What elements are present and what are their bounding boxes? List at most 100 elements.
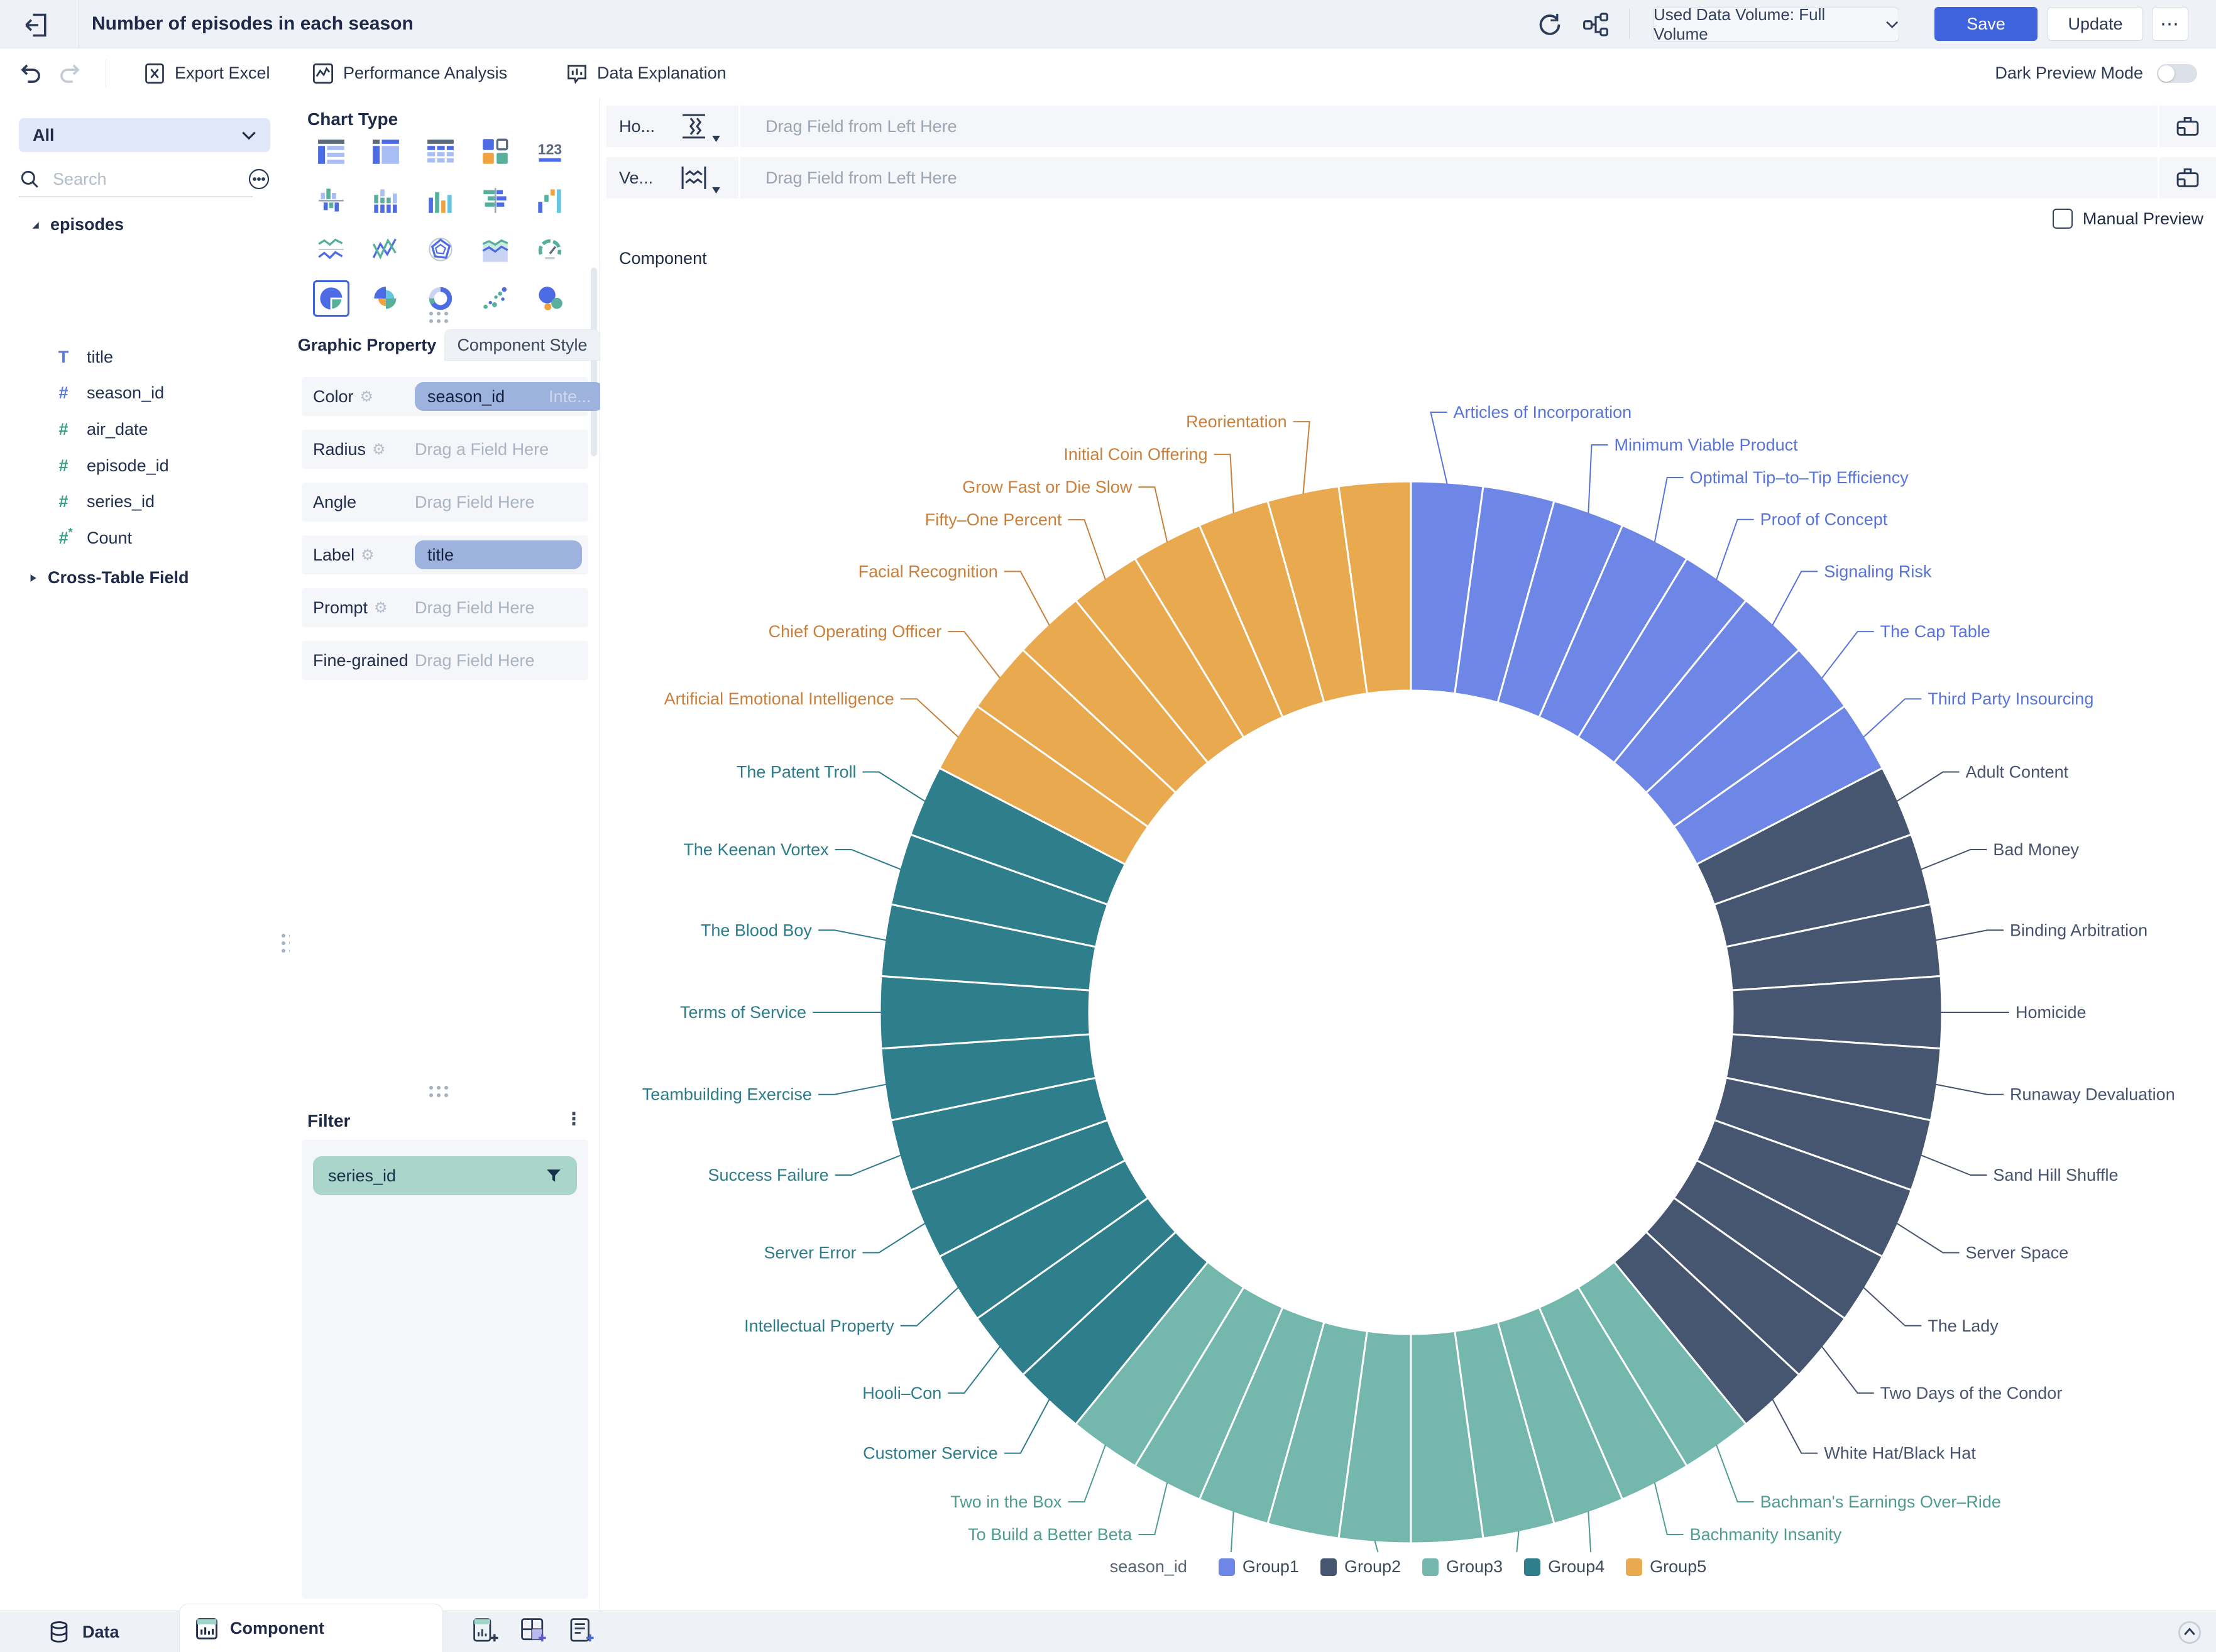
legend-item-group2[interactable]: Group2 [1320,1557,1401,1577]
redo-button[interactable] [58,48,82,98]
legend-item-group4[interactable]: Group4 [1524,1557,1604,1577]
chart-type-radar-icon[interactable] [422,231,459,268]
search-options-icon[interactable] [248,168,270,190]
chart-type-bar-multi-icon[interactable] [422,182,459,219]
tree-node-cross-table[interactable]: Cross-Table Field [28,568,189,588]
pill-label: season_id [427,387,505,407]
tab-component-style[interactable]: Component Style [444,329,600,361]
slice-label: Chief Operating Officer [769,622,942,641]
manual-preview-checkbox[interactable] [2053,209,2073,229]
vertical-dropzone[interactable]: Ve... Drag Field from Left Here [606,157,2216,199]
label-leader-line [1822,632,1874,678]
chart-type-table-detail-icon[interactable] [368,133,404,170]
chart-type-table-cross-icon[interactable] [422,133,459,170]
horizontal-axis-icon[interactable] [663,106,738,147]
slice-label: Server Space [1966,1243,2069,1262]
dark-preview-toggle[interactable] [2157,64,2197,83]
property-row-radius[interactable]: Radius ⚙Drag a Field Here [302,430,588,469]
chart-type-pie-rose-icon[interactable] [368,280,404,317]
legend-item-group1[interactable]: Group1 [1219,1557,1299,1577]
chart-type-bar-axis-icon[interactable] [313,182,349,219]
vertical-axis-icon[interactable] [663,157,738,199]
filter-menu-icon[interactable]: ⋮ [565,1108,578,1134]
slice-label: Hooli–Con [862,1384,941,1403]
gear-icon[interactable]: ⚙ [374,599,388,617]
lineage-icon[interactable] [1582,11,1609,38]
chart-type-area-stacked-icon[interactable] [477,231,513,268]
chevron-small-icon [712,187,720,194]
gear-icon[interactable]: ⚙ [361,546,375,564]
property-row-color[interactable]: Color ⚙season_idInte... [302,377,588,416]
performance-analysis-button[interactable]: Performance Analysis [312,48,507,98]
label-leader-line [901,1288,958,1326]
export-excel-button[interactable]: Export Excel [143,48,270,98]
tree-node-episodes[interactable]: episodes [30,215,124,234]
filter-pill-series-id[interactable]: series_id [313,1156,577,1195]
chart-type-line-sharp-icon[interactable] [368,231,404,268]
field-item-title[interactable]: Ttitle [53,343,113,371]
chart-type-table-grouped-icon[interactable] [313,133,349,170]
data-volume-dropdown[interactable]: Used Data Volume: Full Volume [1653,8,1899,41]
panel-scrollbar[interactable] [591,268,597,456]
slice-label: To Build a Better Beta [968,1525,1133,1544]
property-row-label[interactable]: Label ⚙title [302,535,588,574]
undo-button[interactable] [19,48,43,98]
add-chart-icon[interactable] [471,1616,500,1648]
field-item-series_id[interactable]: #series_id [53,488,155,515]
charttype-resize-handle[interactable] [429,312,462,323]
chart-type-scatter-icon[interactable] [477,280,513,317]
property-row-angle[interactable]: AngleDrag Field Here [302,483,588,522]
save-button[interactable]: Save [1934,7,2038,41]
filter-resize-handle[interactable] [429,1086,462,1097]
vertical-placeholder: Drag Field from Left Here [765,168,2158,188]
label-leader-line [1897,772,1959,802]
refresh-icon[interactable] [1537,11,1563,38]
update-button[interactable]: Update [2048,7,2143,41]
field-pill-title[interactable]: title [415,540,582,569]
more-button[interactable]: ⋯ [2152,7,2188,41]
chart-type-bar-horizontal-icon[interactable] [477,182,513,219]
legend-swatch [1524,1558,1540,1576]
chart-type-line-multi-icon[interactable] [313,231,349,268]
tab-component[interactable]: Component [179,1604,443,1652]
chart-type-kpi-card-icon[interactable] [477,133,513,170]
gear-icon[interactable]: ⚙ [360,388,374,406]
slice-label: Terms of Service [680,1003,806,1022]
label-leader-line [1772,571,1818,625]
add-report-icon[interactable] [567,1616,596,1648]
horizontal-dropzone[interactable]: Ho... Drag Field from Left Here [606,106,2216,147]
tab-data[interactable]: Data [47,1611,119,1652]
label-leader-line [1293,422,1310,494]
field-item-air_date[interactable]: #air_date [53,415,148,443]
legend-swatch [1422,1558,1439,1576]
data-explanation-button[interactable]: Data Explanation [566,48,727,98]
format-brush-icon[interactable] [2158,106,2216,147]
legend-field-label: season_id [1110,1557,1187,1577]
collapse-panel-icon[interactable] [2177,1620,2202,1645]
property-row-fine-grained[interactable]: Fine-grainedDrag Field Here [302,641,588,680]
add-dashboard-icon[interactable] [519,1616,548,1648]
field-item-Count[interactable]: #*Count [53,524,132,552]
field-pill-season_id[interactable]: season_idInte... [415,382,604,411]
chart-type-bubble-icon[interactable] [532,280,568,317]
legend-item-group3[interactable]: Group3 [1422,1557,1503,1577]
field-item-season_id[interactable]: #season_id [53,379,164,407]
back-icon[interactable] [23,11,50,39]
chart-type-gauge-icon[interactable] [532,231,568,268]
property-row-prompt[interactable]: Prompt ⚙Drag Field Here [302,588,588,627]
tab-graphic-property[interactable]: Graphic Property [290,329,444,361]
field-item-episode_id[interactable]: #episode_id [53,452,169,479]
dataset-selector[interactable]: All [19,118,270,152]
svg-text:123: 123 [538,141,562,157]
chart-type-bar-stacked-icon[interactable] [368,182,404,219]
gear-icon[interactable]: ⚙ [372,440,386,459]
chart-type-pie-icon[interactable] [313,280,349,317]
slice-label: Reorientation [1186,412,1287,431]
legend-item-group5[interactable]: Group5 [1626,1557,1706,1577]
chart-type-waterfall-icon[interactable] [532,182,568,219]
filter-dropzone[interactable]: series_id [302,1140,588,1599]
search-input[interactable] [52,169,224,190]
format-brush-icon[interactable] [2158,157,2216,199]
chart-type-number-card-icon[interactable]: 123 [532,133,568,170]
property-placeholder: Drag Field Here [415,651,535,670]
